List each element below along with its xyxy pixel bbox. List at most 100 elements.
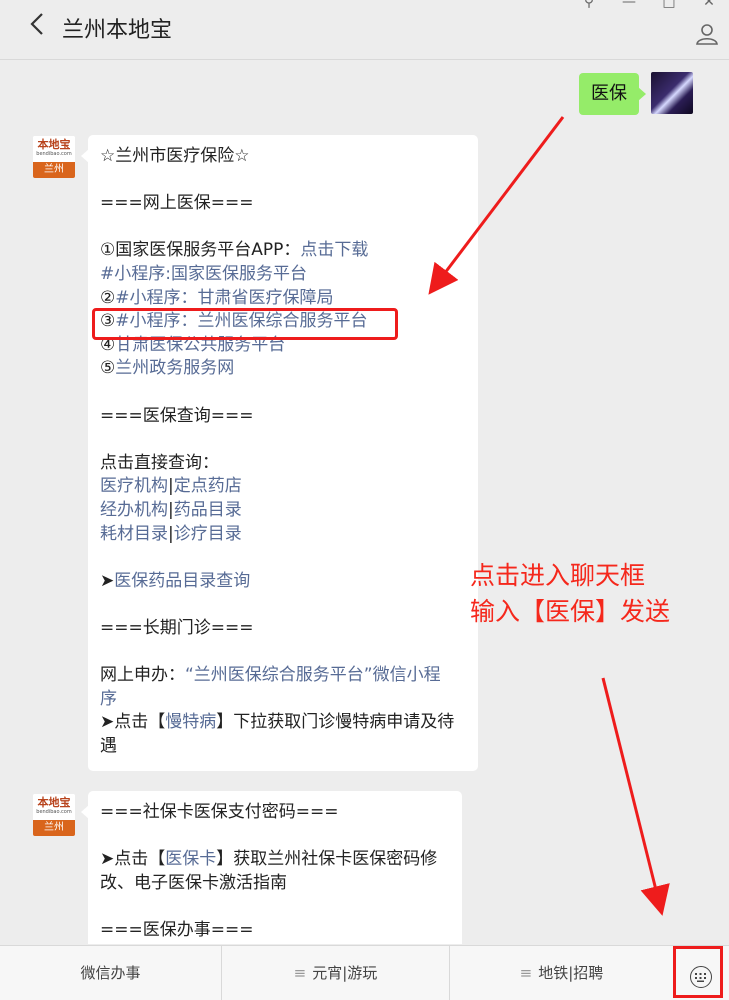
bot-avatar[interactable]: 本地宝 bendibao.com 兰州	[33, 136, 75, 178]
close-icon[interactable]: ✕	[689, 0, 729, 10]
message-line: 遇	[100, 735, 466, 759]
message-link[interactable]: 医疗机构	[100, 476, 168, 496]
message-content: ☆兰州市医疗保险☆ ===网上医保=== ①国家医保服务平台APP：点击下载 #小程序…	[100, 145, 466, 758]
message-link[interactable]: 经办机构	[100, 500, 168, 520]
keyboard-icon[interactable]	[690, 966, 712, 988]
message-link[interactable]: 点击下载	[300, 240, 368, 260]
line-prefix: ➤点击【	[100, 849, 166, 870]
user-icon[interactable]	[695, 22, 719, 46]
self-avatar[interactable]	[651, 72, 693, 114]
message-line: 经办机构|药品目录	[100, 499, 466, 523]
avatar-city: 兰州	[33, 820, 75, 836]
avatar-city: 兰州	[33, 162, 75, 178]
message-line: ①国家医保服务平台APP：点击下载	[100, 239, 466, 263]
message-line: ➤点击【医保卡】获取兰州社保卡医保密码修	[100, 848, 450, 872]
message-link[interactable]: 兰州政务服务网	[115, 358, 234, 378]
line-text: ===长期门诊===	[100, 617, 254, 638]
line-prefix: ➤	[100, 570, 115, 591]
message-line: 医疗机构|定点药店	[100, 475, 466, 499]
pin-icon[interactable]: ⚲	[569, 0, 609, 10]
message-line: 序	[100, 688, 466, 712]
page-title: 兰州本地宝	[62, 18, 173, 43]
message-line: 点击直接查询：	[100, 452, 466, 476]
line-prefix: 网上申办：	[100, 665, 185, 686]
menu-item-metro-jobs[interactable]: ≡ 地铁|招聘	[450, 946, 673, 1000]
message-link[interactable]: 药品目录	[174, 500, 242, 520]
message-link[interactable]: 耗材目录	[100, 524, 168, 544]
message-line: ===长期门诊===	[100, 617, 466, 641]
message-line: ②#小程序：甘肃省医疗保障局	[100, 287, 466, 311]
menu-item-lantern-festival[interactable]: ≡ 元宵|游玩	[222, 946, 449, 1000]
line-prefix: ②	[100, 287, 116, 308]
title-bar: 兰州本地宝 ⚲ — □ ✕	[0, 0, 729, 60]
message-line: ➤点击【慢特病】下拉获取门诊慢特病申请及待	[100, 711, 466, 735]
message-line: ☆兰州市医疗保险☆	[100, 145, 466, 169]
line-prefix: ①国家医保服务平台APP：	[100, 240, 301, 261]
message-line: ➤医保药品目录查询	[100, 570, 466, 594]
message-link[interactable]: 慢特病	[165, 712, 216, 732]
line-text: ===网上医保===	[100, 193, 254, 214]
window-controls: ⚲ — □ ✕	[569, 0, 729, 10]
message-line: 耗材目录|诊疗目录	[100, 523, 466, 547]
menu-item-wechat-services[interactable]: 微信办事	[0, 946, 221, 1000]
line-text: ===医保办事===	[100, 919, 254, 940]
message-line: ===医保办事===	[100, 919, 450, 943]
message-link[interactable]: 医保药品目录查询	[114, 571, 250, 591]
message-line: ===社保卡医保支付密码===	[100, 801, 450, 825]
minimize-icon[interactable]: —	[609, 0, 649, 10]
bot-message-bubble: ☆兰州市医疗保险☆ ===网上医保=== ①国家医保服务平台APP：点击下载 #小程序…	[81, 135, 478, 771]
line-prefix: ➤点击【	[100, 712, 166, 733]
annotation-text: 点击进入聊天框 输入【医保】发送	[470, 558, 670, 630]
line-text: ☆兰州市医疗保险☆	[100, 146, 250, 166]
user-message-bubble[interactable]: 医保	[579, 73, 646, 115]
chevron-left-icon[interactable]	[30, 12, 44, 42]
hamburger-icon: ≡	[293, 964, 307, 982]
avatar-brand: 本地宝	[37, 138, 71, 151]
highlight-box	[92, 308, 398, 340]
menu-item-label: 元宵|游玩	[312, 964, 378, 982]
bot-message-bubble: ===社保卡医保支付密码=== ➤点击【医保卡】获取兰州社保卡医保密码修 改、电子医…	[81, 791, 462, 944]
line-text: 改、电子医保卡激活指南	[100, 872, 287, 893]
message-content: ===社保卡医保支付密码=== ➤点击【医保卡】获取兰州社保卡医保密码修 改、电子医…	[100, 801, 450, 943]
line-prefix: ⑤	[100, 358, 116, 379]
bot-avatar[interactable]: 本地宝 bendibao.com 兰州	[33, 794, 75, 836]
annotation-line: 输入【医保】发送	[470, 597, 671, 626]
message-link[interactable]: 医保卡	[165, 849, 216, 869]
avatar-domain: bendibao.com	[36, 809, 72, 815]
message-link[interactable]: #小程序:国家医保服务平台	[100, 264, 307, 284]
message-link[interactable]: 诊疗目录	[174, 524, 242, 544]
message-line: ===网上医保===	[100, 192, 466, 216]
chat-area[interactable]: 医保 本地宝 bendibao.com 兰州 ☆兰州市医疗保险☆ ===网上医保==…	[0, 61, 729, 944]
line-suffix: 】下拉获取门诊慢特病申请及待	[216, 712, 455, 733]
message-line: ===医保查询===	[100, 405, 466, 429]
line-text: ===医保查询===	[100, 405, 254, 426]
hamburger-icon: ≡	[519, 964, 533, 982]
line-suffix: 】获取兰州社保卡医保密码修	[216, 849, 438, 870]
line-text: 点击直接查询：	[100, 452, 219, 473]
message-line: 改、电子医保卡激活指南	[100, 872, 450, 896]
message-link[interactable]: 定点药店	[174, 476, 242, 496]
menu-item-label: 微信办事	[80, 964, 141, 982]
bottom-menu-bar: 微信办事 ≡ 元宵|游玩 ≡ 地铁|招聘	[0, 945, 729, 1000]
line-text: ===社保卡医保支付密码===	[100, 802, 339, 822]
message-line: #小程序:国家医保服务平台	[100, 263, 466, 287]
message-link[interactable]: 序	[100, 689, 117, 709]
avatar-domain: bendibao.com	[36, 151, 72, 157]
menu-item-label: 地铁|招聘	[538, 964, 604, 982]
message-link[interactable]: “兰州医保综合服务平台”微信小程	[185, 665, 441, 685]
message-line: 网上申办：“兰州医保综合服务平台”微信小程	[100, 664, 466, 688]
line-text: 遇	[100, 735, 117, 756]
maximize-icon[interactable]: □	[649, 0, 689, 10]
avatar-brand: 本地宝	[37, 796, 71, 809]
message-link[interactable]: #小程序：甘肃省医疗保障局	[115, 288, 333, 308]
message-line: ⑤兰州政务服务网	[100, 357, 466, 381]
